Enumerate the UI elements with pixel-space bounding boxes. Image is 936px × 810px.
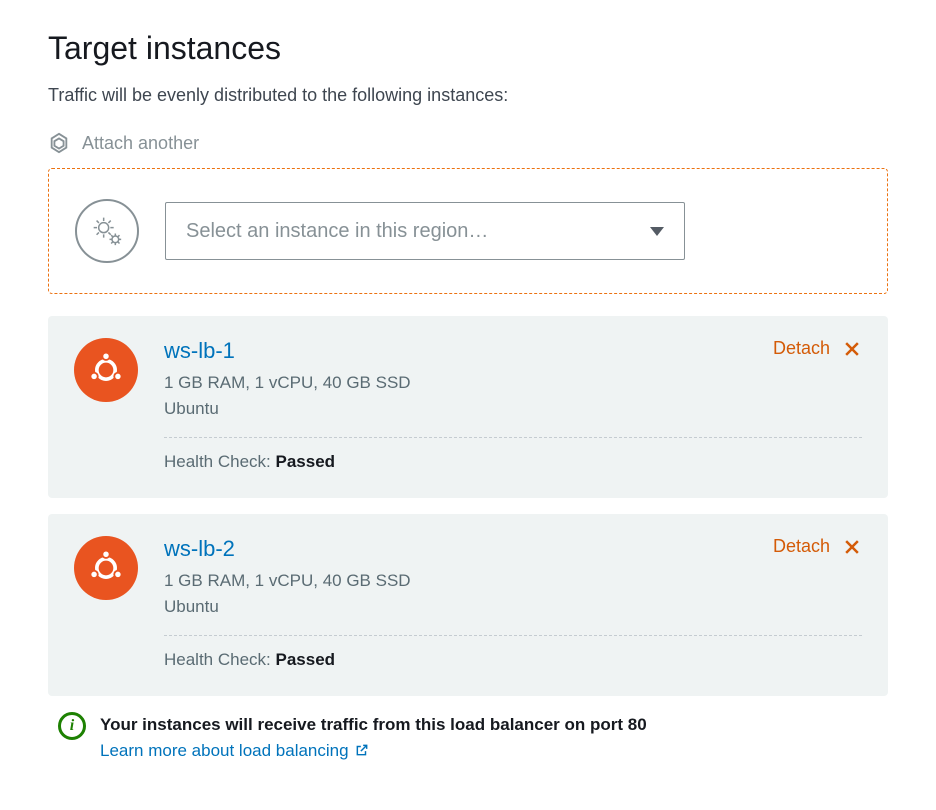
ubuntu-icon — [74, 338, 138, 402]
health-status: Passed — [276, 452, 336, 471]
info-message: Your instances will receive traffic from… — [100, 712, 647, 738]
info-row: i Your instances will receive traffic fr… — [48, 712, 888, 763]
gear-icon — [75, 199, 139, 263]
attach-another-row[interactable]: Attach another — [48, 132, 888, 154]
chevron-down-icon — [650, 227, 664, 236]
detach-label: Detach — [773, 536, 830, 557]
health-check-row: Health Check: Passed — [164, 452, 862, 472]
health-label: Health Check: — [164, 650, 271, 669]
instance-card: ws-lb-2 1 GB RAM, 1 vCPU, 40 GB SSD Ubun… — [48, 514, 888, 696]
attach-another-label: Attach another — [82, 133, 199, 154]
info-icon: i — [58, 712, 86, 740]
detach-button[interactable]: Detach — [773, 338, 862, 359]
learn-more-text: Learn more about load balancing — [100, 738, 349, 764]
health-check-row: Health Check: Passed — [164, 650, 862, 670]
health-status: Passed — [276, 650, 336, 669]
ubuntu-icon — [74, 536, 138, 600]
instance-specs: 1 GB RAM, 1 vCPU, 40 GB SSD — [164, 370, 862, 396]
close-icon — [842, 339, 862, 359]
divider — [164, 437, 862, 438]
page-title: Target instances — [48, 30, 888, 67]
attach-instance-box: Select an instance in this region… — [48, 168, 888, 294]
close-icon — [842, 537, 862, 557]
instance-specs: 1 GB RAM, 1 vCPU, 40 GB SSD — [164, 568, 862, 594]
instance-name-link[interactable]: ws-lb-1 — [164, 338, 862, 364]
subtitle: Traffic will be evenly distributed to th… — [48, 85, 888, 106]
external-link-icon — [355, 743, 369, 757]
detach-label: Detach — [773, 338, 830, 359]
divider — [164, 635, 862, 636]
select-placeholder: Select an instance in this region… — [186, 220, 488, 243]
region-instance-select[interactable]: Select an instance in this region… — [165, 202, 685, 260]
instance-name-link[interactable]: ws-lb-2 — [164, 536, 862, 562]
health-label: Health Check: — [164, 452, 271, 471]
learn-more-link[interactable]: Learn more about load balancing — [100, 738, 369, 764]
instance-card: ws-lb-1 1 GB RAM, 1 vCPU, 40 GB SSD Ubun… — [48, 316, 888, 498]
instance-os: Ubuntu — [164, 594, 862, 620]
detach-button[interactable]: Detach — [773, 536, 862, 557]
instance-os: Ubuntu — [164, 396, 862, 422]
attach-icon — [48, 132, 70, 154]
